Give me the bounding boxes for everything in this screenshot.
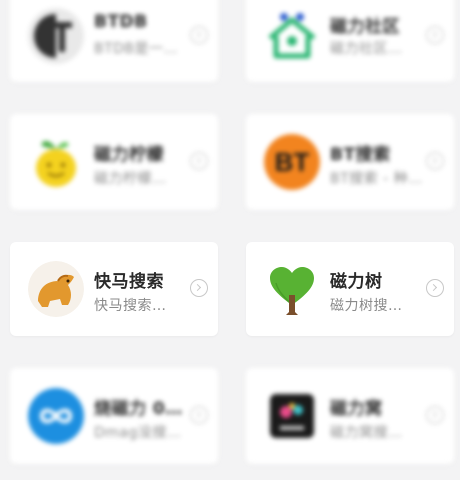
horse-icon bbox=[28, 261, 84, 317]
app-card-magnet-tree[interactable]: 磁力树 磁力树搜… bbox=[246, 242, 454, 336]
app-subtitle: 磁力树搜… bbox=[330, 298, 403, 314]
lemon-icon bbox=[28, 134, 84, 190]
app-title: 快马搜索 bbox=[94, 272, 164, 292]
app-title: 磁力窝 bbox=[330, 399, 383, 419]
app-subtitle: 磁力社区… bbox=[330, 41, 403, 57]
app-card-kuaima-search[interactable]: 快马搜索 快马搜索… bbox=[10, 242, 218, 336]
app-card-bt-search[interactable]: BT BT搜索 BT搜索 - 种… bbox=[246, 114, 454, 210]
app-card-magnet-lemon[interactable]: 磁力柠檬 磁力柠檬… bbox=[10, 114, 218, 210]
app-subtitle: 磁力柠檬… bbox=[94, 171, 167, 187]
cube-icon bbox=[264, 388, 320, 444]
app-title: BTDB bbox=[94, 12, 148, 32]
chevron-right-icon[interactable] bbox=[426, 152, 444, 170]
app-title: 磁力柠檬 bbox=[94, 145, 164, 165]
app-subtitle: 磁力窝搜… bbox=[330, 425, 403, 441]
chevron-right-icon[interactable] bbox=[426, 26, 444, 44]
app-title: 烧磁力 0… bbox=[94, 399, 183, 419]
chevron-right-icon[interactable] bbox=[426, 406, 444, 424]
chevron-right-icon[interactable] bbox=[190, 152, 208, 170]
infinity-icon bbox=[28, 388, 84, 444]
chevron-right-icon[interactable] bbox=[190, 26, 208, 44]
app-title: 磁力树 bbox=[330, 272, 383, 292]
app-card-magnet-nest[interactable]: 磁力窝 磁力窝搜… bbox=[246, 368, 454, 464]
app-card-shao-magnet[interactable]: 烧磁力 0… Dmag没搜… bbox=[10, 368, 218, 464]
chevron-right-icon[interactable] bbox=[426, 279, 444, 297]
chevron-right-icon[interactable] bbox=[190, 279, 208, 297]
app-subtitle: BTDB是一… bbox=[94, 41, 179, 57]
app-subtitle: Dmag没搜… bbox=[94, 425, 182, 441]
chevron-right-icon[interactable] bbox=[190, 406, 208, 424]
btdb-logo-icon bbox=[28, 8, 84, 64]
app-subtitle: BT搜索 - 种… bbox=[330, 171, 423, 187]
people-house-icon bbox=[264, 8, 320, 64]
app-card-btdb[interactable]: BTDB BTDB是一… bbox=[10, 0, 218, 82]
bt-logo-icon: BT bbox=[264, 134, 320, 190]
app-title: 磁力社区 bbox=[330, 17, 400, 37]
app-title: BT搜索 bbox=[330, 145, 391, 165]
app-card-magnet-community[interactable]: 磁力社区 磁力社区… bbox=[246, 0, 454, 82]
app-subtitle: 快马搜索… bbox=[94, 298, 167, 314]
heart-tree-icon bbox=[264, 261, 320, 317]
bt-logo-text: BT bbox=[275, 147, 310, 177]
